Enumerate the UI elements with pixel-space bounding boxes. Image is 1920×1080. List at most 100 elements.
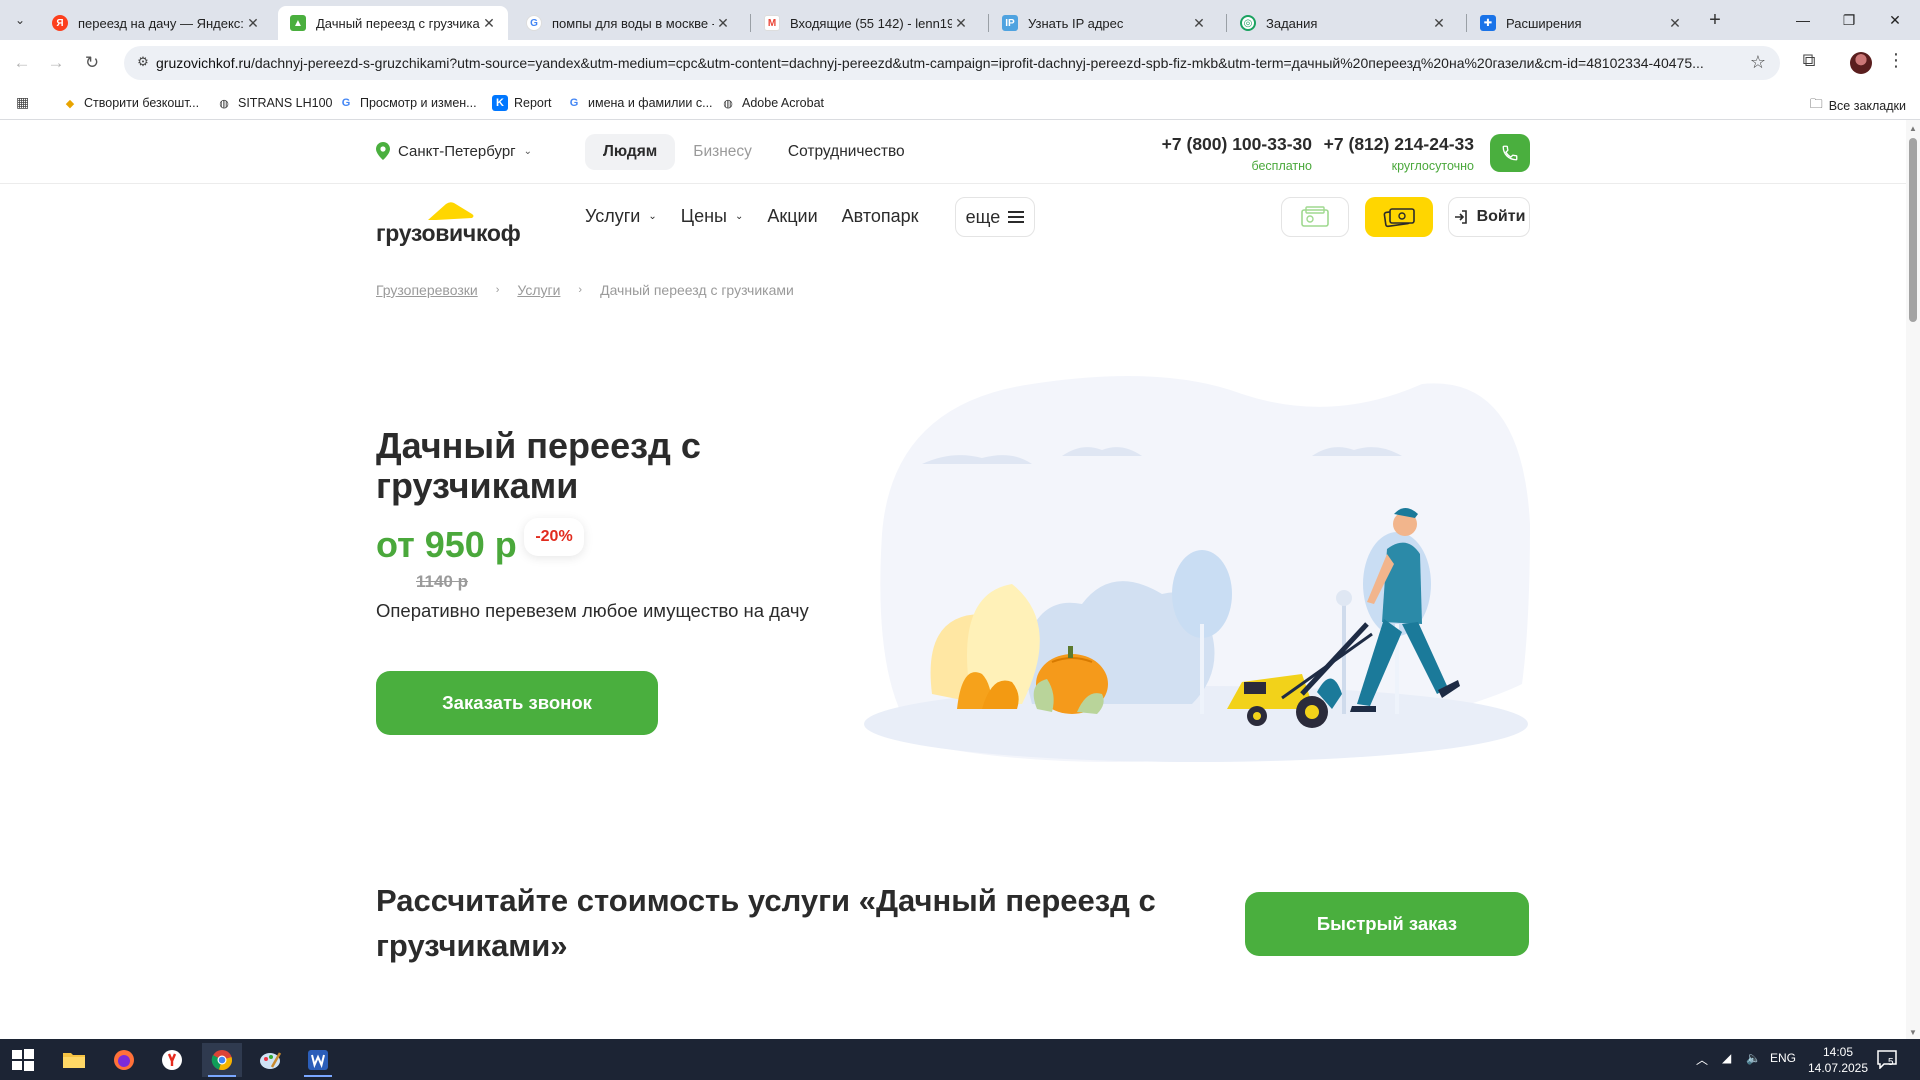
logo-text[interactable]: грузовичкоф [376,220,521,247]
omnibox[interactable]: ⚙ gruzovichkof.ru/dachnyj-pereezd-s-gruz… [124,46,1780,80]
network-icon[interactable]: ◢ [1722,1051,1731,1065]
tab-gruzovichkof[interactable]: ▲ Дачный переезд с грузчиками ✕ [278,6,508,40]
new-tab-button[interactable]: + [1702,8,1728,34]
phone-24h[interactable]: +7 (812) 214-24-33 круглосуточно [1322,134,1474,173]
all-bookmarks-button[interactable]: 🗀 Все закладки [1810,95,1906,117]
close-icon[interactable]: ✕ [1666,15,1684,32]
price: от 950 р [376,524,517,565]
nav-prices[interactable]: Цены ⌄ [681,206,744,227]
bookmark-label: имена и фамилии с... [588,96,713,110]
tab-yandex-search[interactable]: Я переезд на дачу — Яндекс: на ✕ [40,6,272,40]
tray-chevron-icon[interactable]: ︿ [1696,1051,1708,1068]
paint-icon[interactable] [250,1043,290,1077]
reload-icon[interactable]: ↻ [78,50,106,76]
firefox-icon[interactable] [104,1043,144,1077]
login-button[interactable]: Войти [1448,197,1530,237]
close-icon[interactable]: ✕ [480,15,498,32]
cashback-button[interactable] [1281,197,1349,237]
tab-search-chevron-icon[interactable]: ⌄ [6,8,34,32]
notifications-button[interactable]: 5 [1876,1049,1898,1070]
word-icon[interactable] [298,1043,338,1077]
bookmark-item[interactable]: ◍ Adobe Acrobat [720,95,824,111]
language-indicator[interactable]: ENG [1770,1051,1796,1065]
scroll-up-icon[interactable]: ▲ [1909,124,1917,133]
restore-icon[interactable]: ❐ [1826,6,1872,34]
phone-number: +7 (812) 214-24-33 [1323,134,1474,154]
bookmark-label: Adobe Acrobat [742,96,825,110]
old-price: 1140 р [416,572,468,591]
folder-icon: 🗀 [1809,96,1823,111]
bookmark-label: SITRANS LH100 [238,96,333,110]
phone-free[interactable]: +7 (800) 100-33-30 бесплатно [1150,134,1312,173]
url-text[interactable]: gruzovichkof.ru/dachnyj-pereezd-s-gruzch… [156,55,1721,71]
bookmark-item[interactable]: ◍ SITRANS LH100 [216,95,332,111]
windows-start-icon[interactable] [12,1049,34,1071]
bookmark-item[interactable]: G имена и фамилии с... [566,95,713,111]
tab-ip[interactable]: IP Узнать IP адрес ✕ [990,6,1218,40]
discount-badge: -20% [524,518,584,556]
ip-icon: IP [1002,15,1018,31]
file-explorer-icon[interactable] [54,1043,94,1077]
tab-title: Узнать IP адрес [1028,15,1124,31]
bonus-button[interactable] [1365,197,1433,237]
page-title: Дачный переезд с грузчиками [376,425,701,506]
close-icon[interactable]: ✕ [952,15,970,32]
site-info-icon[interactable]: ⚙ [134,54,152,72]
call-button[interactable] [1490,134,1530,172]
menu-kebab-icon[interactable]: ⋮ [1886,50,1906,71]
close-icon[interactable]: ✕ [714,15,732,32]
more-menu-button[interactable]: еще [955,197,1035,237]
chevron-right-icon: › [495,284,500,296]
close-icon[interactable]: ✕ [1190,15,1208,32]
main-nav: Услуги ⌄ Цены ⌄ Акции Автопарк [585,206,943,227]
order-call-button[interactable]: Заказать звонок [376,671,658,735]
tab-google-pumps[interactable]: G помпы для воды в москве - П ✕ [514,6,742,40]
back-icon[interactable]: ← [8,50,36,76]
nav-services[interactable]: Услуги ⌄ [585,206,657,227]
web-page: Санкт-Петербург ⌄ Людям Бизнесу Сотрудни… [0,120,1906,1039]
tab-tasks[interactable]: ◎ Задания ✕ [1228,6,1458,40]
breadcrumb-link[interactable]: Услуги [517,282,560,298]
tab-gmail[interactable]: M Входящие (55 142) - lenn1915 ✕ [752,6,980,40]
url-domain: gruzovichkof.ru [156,55,251,71]
google-icon: G [341,97,351,109]
phone-note: круглосуточно [1391,159,1474,173]
apps-grid-icon[interactable]: ▦ [16,94,34,112]
tab-separator [750,14,751,32]
avatar[interactable] [1850,52,1872,74]
globe-icon: ◍ [219,97,229,110]
bookmark-item[interactable]: G Просмотр и измен... [338,95,477,111]
clock[interactable]: 14:05 14.07.2025 [1798,1044,1878,1076]
tab-separator [1466,14,1467,32]
extensions-icon[interactable]: ⧉ [1796,50,1822,71]
scroll-down-icon[interactable]: ▼ [1909,1028,1917,1037]
breadcrumb-link[interactable]: Грузоперевозки [376,282,478,298]
chevron-down-icon: ⌄ [734,211,744,222]
page-scrollbar[interactable]: ▲ ▼ [1906,120,1920,1039]
minimize-icon[interactable]: — [1780,6,1826,34]
nav-label: Цены [680,206,727,226]
city-selector[interactable]: Санкт-Петербург ⌄ [376,142,532,160]
tab-extensions[interactable]: ✚ Расширения ✕ [1468,6,1694,40]
audience-business[interactable]: Бизнесу [675,134,770,170]
header-divider [0,183,1906,184]
yandex-browser-icon[interactable] [152,1043,192,1077]
clock-time: 14:05 [1822,1045,1854,1059]
scroll-thumb[interactable] [1909,138,1917,322]
audience-people[interactable]: Людям [585,134,676,170]
quick-order-button[interactable]: Быстрый заказ [1245,892,1529,956]
nav-fleet[interactable]: Автопарк [842,206,919,227]
gruzovichkof-icon: ▲ [290,15,306,31]
close-icon[interactable]: ✕ [244,15,262,32]
audience-partnership[interactable]: Сотрудничество [770,134,923,170]
nav-promotions[interactable]: Акции [767,206,817,227]
forward-icon[interactable]: → [42,50,70,76]
volume-icon[interactable]: 🔈 [1746,1051,1761,1065]
bookmark-item[interactable]: K Report [492,95,552,111]
tab-separator [988,14,989,32]
close-icon[interactable]: ✕ [1430,15,1448,32]
bookmark-star-icon[interactable]: ☆ [1750,52,1766,73]
bookmark-item[interactable]: ◆ Створити безкошт... [62,95,199,111]
chrome-icon[interactable] [202,1043,242,1077]
close-window-icon[interactable]: ✕ [1872,6,1918,34]
